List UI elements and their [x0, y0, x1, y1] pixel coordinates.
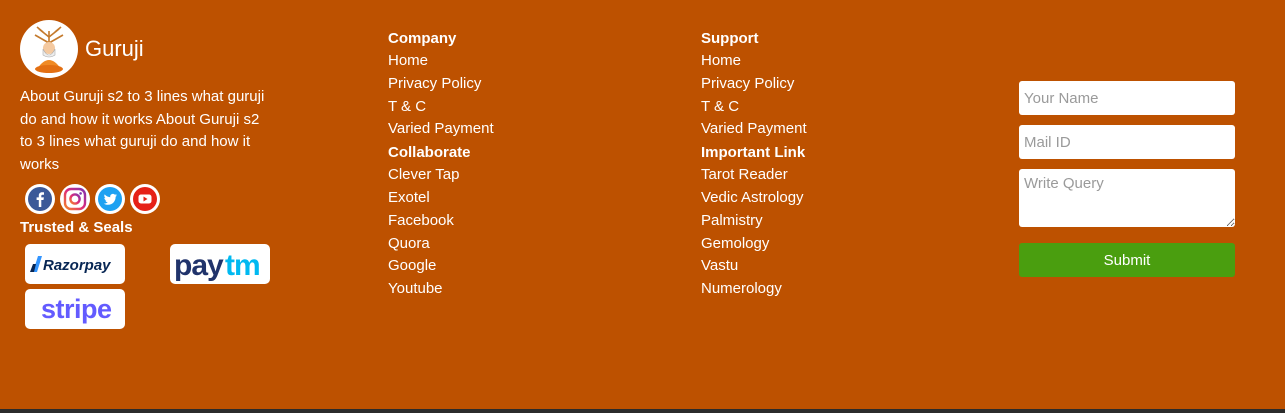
paytm-seal: pay tm — [170, 244, 270, 284]
razorpay-logo-icon: Razorpay — [30, 256, 111, 274]
query-textarea[interactable] — [1019, 169, 1235, 227]
razorpay-seal: Razorpay — [25, 244, 125, 284]
paytm-logo-icon: pay tm — [174, 249, 261, 281]
support-link-home[interactable]: Home — [701, 50, 807, 73]
important-link-vastu[interactable]: Vastu — [701, 255, 807, 278]
youtube-icon — [133, 187, 157, 211]
stripe-seal: stripe — [25, 289, 125, 329]
instagram-link[interactable] — [60, 184, 90, 214]
collaborate-link-clever-tap[interactable]: Clever Tap — [388, 164, 494, 187]
submit-button[interactable]: Submit — [1019, 243, 1235, 277]
support-link-privacy-policy[interactable]: Privacy Policy — [701, 73, 807, 96]
important-link-heading: Important Link — [701, 144, 806, 162]
brand-header: Guruji — [20, 20, 280, 78]
collaborate-heading: Collaborate — [388, 144, 471, 162]
company-heading: Company — [388, 30, 457, 47]
svg-text:stripe: stripe — [41, 294, 112, 324]
important-link-numerology[interactable]: Numerology — [701, 278, 807, 301]
support-heading: Support — [701, 30, 759, 47]
query-form: Submit — [1019, 81, 1235, 277]
twitter-link[interactable] — [95, 184, 125, 214]
support-link-varied-payment[interactable]: Varied Payment — [701, 118, 807, 141]
company-link-home[interactable]: Home — [388, 50, 494, 73]
name-input[interactable] — [1019, 81, 1235, 115]
collaborate-link-youtube[interactable]: Youtube — [388, 278, 494, 301]
facebook-icon — [28, 187, 52, 211]
company-link-terms[interactable]: T & C — [388, 96, 494, 119]
facebook-link[interactable] — [25, 184, 55, 214]
brand-name: Guruji — [85, 36, 144, 61]
youtube-link[interactable] — [130, 184, 160, 214]
svg-text:Razorpay: Razorpay — [43, 257, 111, 274]
about-text: About Guruji s2 to 3 lines what guruji d… — [20, 88, 265, 173]
guruji-logo[interactable] — [20, 20, 78, 78]
important-link-palmistry[interactable]: Palmistry — [701, 210, 807, 233]
collaborate-link-google[interactable]: Google — [388, 255, 494, 278]
stripe-logo-icon: stripe — [41, 294, 113, 324]
svg-text:pay: pay — [174, 249, 224, 281]
company-link-varied-payment[interactable]: Varied Payment — [388, 118, 494, 141]
guru-illustration-icon — [21, 21, 77, 77]
svg-text:tm: tm — [225, 249, 260, 281]
important-link-tarot-reader[interactable]: Tarot Reader — [701, 164, 807, 187]
social-links — [25, 184, 280, 214]
instagram-icon — [63, 187, 87, 211]
support-link-terms[interactable]: T & C — [701, 96, 807, 119]
company-column: Company Home Privacy Policy T & C Varied… — [388, 27, 494, 301]
collaborate-link-exotel[interactable]: Exotel — [388, 187, 494, 210]
twitter-icon — [98, 187, 122, 211]
important-link-gemology[interactable]: Gemology — [701, 233, 807, 256]
collaborate-link-facebook[interactable]: Facebook — [388, 210, 494, 233]
mail-id-input[interactable] — [1019, 125, 1235, 159]
important-link-vedic-astrology[interactable]: Vedic Astrology — [701, 187, 807, 210]
company-link-privacy-policy[interactable]: Privacy Policy — [388, 73, 494, 96]
brand-section: Guruji About Guruji s2 to 3 lines what g… — [20, 20, 280, 236]
footer: Guruji About Guruji s2 to 3 lines what g… — [0, 0, 1285, 409]
trusted-seals-heading: Trusted & Seals — [20, 219, 133, 236]
support-column: Support Home Privacy Policy T & C Varied… — [701, 27, 807, 301]
collaborate-link-quora[interactable]: Quora — [388, 233, 494, 256]
